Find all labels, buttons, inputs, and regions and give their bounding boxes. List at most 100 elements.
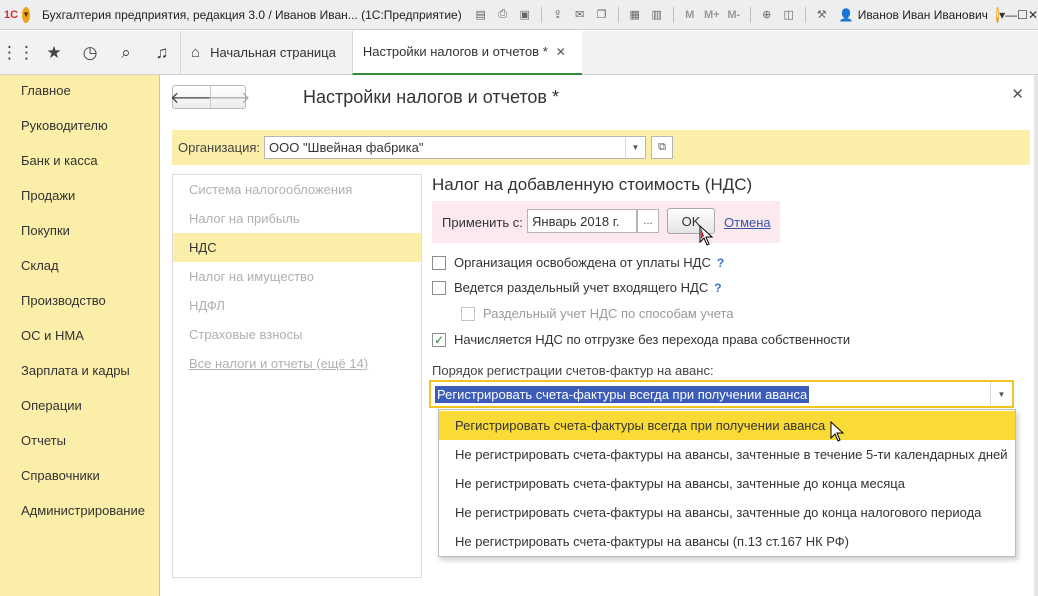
tools-icon[interactable]: ⚒ [813,6,831,24]
memory-plus-button[interactable]: M+ [703,6,721,24]
sidebar-item-assets[interactable]: ОС и НМА [21,328,84,343]
sidebar-item-reports[interactable]: Отчеты [21,433,66,448]
sidebar-item-production[interactable]: Производство [21,293,106,308]
tax-section-property[interactable]: Налог на имущество [173,262,421,291]
open-organization-icon[interactable]: ⧉ [651,136,673,159]
checkbox-box[interactable] [432,255,446,270]
mouse-cursor-icon [830,421,845,442]
calculator-icon[interactable]: ▦ [626,6,644,24]
organization-value: ООО "Швейная фабрика" [269,140,424,155]
checkbox-box[interactable] [432,280,446,295]
cancel-link[interactable]: Отмена [724,215,771,230]
checkbox-separate-accounting[interactable]: Ведется раздельный учет входящего НДС ? [432,280,722,295]
checkbox-label: Раздельный учет НДС по способам учета [483,306,734,321]
tax-section-all-link[interactable]: Все налоги и отчеты (ещё 14) [173,349,421,378]
title-toolbar: ▤ ⎙ ▣ ⇪ ✉ ❐ ▦ ▥ M M+ M- ⊕ ◫ ⚒ [472,6,831,24]
checkbox-vat-exempt[interactable]: Организация освобождена от уплаты НДС ? [432,255,724,270]
sidebar-item-admin[interactable]: Администрирование [21,503,145,518]
sidebar-item-operations[interactable]: Операции [21,398,82,413]
checkbox-box [461,306,475,321]
sidebar-item-payroll[interactable]: Зарплата и кадры [21,363,130,378]
sidebar-item-main[interactable]: Главное [21,83,71,98]
organization-label: Организация: [178,140,261,155]
upload-icon[interactable]: ⇪ [549,6,567,24]
apply-from-label: Применить с: [442,215,523,230]
title-bar: 1С ▼ Бухгалтерия предприятия, редакция 3… [0,0,1038,30]
tax-section-system[interactable]: Система налогообложения [173,175,421,204]
save-icon[interactable]: ▤ [472,6,490,24]
current-user[interactable]: 👤 Иванов Иван Иванович [839,8,988,22]
dropdown-option[interactable]: Не регистрировать счета-фактуры на аванс… [439,469,1015,498]
mouse-cursor-icon [699,225,714,246]
select-period-button[interactable]: ... [637,209,659,233]
close-tab-icon[interactable]: ✕ [556,45,566,59]
apply-from-field[interactable]: Январь 2018 г. [527,209,637,233]
sidebar-item-manager[interactable]: Руководителю [21,118,108,133]
user-name: Иванов Иван Иванович [857,7,988,22]
main-menu-button[interactable]: ▼ [22,6,30,23]
toolbar-divider [672,6,674,23]
sidebar-item-sales[interactable]: Продажи [21,188,75,203]
main-content: 🡐 🡒 Настройки налогов и отчетов * ✕ Орга… [161,75,1038,596]
invoice-order-select[interactable]: Регистрировать счета-фактуры всегда при … [429,380,1014,408]
back-button[interactable]: 🡐 [170,86,213,108]
sidebar-item-catalogs[interactable]: Справочники [21,468,100,483]
forward-button[interactable]: 🡒 [208,86,250,108]
favorites-star-icon[interactable]: ★ [36,31,72,75]
invoice-order-label: Порядок регистрации счетов-фактур на ава… [432,363,714,378]
notifications-bell-icon[interactable]: ♫ [144,31,180,75]
nav-bar: ⋮⋮ ★ ◷ ⌕ ♫ ⌂ Начальная страница Настройк… [0,30,1038,75]
apps-grid-icon[interactable]: ⋮⋮ [0,31,36,75]
chevron-down-icon[interactable]: ▼ [990,382,1012,406]
search-icon[interactable]: ⌕ [108,31,144,75]
calendar-icon[interactable]: ▥ [648,6,666,24]
checkbox-label: Организация освобождена от уплаты НДС [454,255,711,270]
panel-icon[interactable]: ◫ [780,6,798,24]
window-edge [1034,75,1038,596]
sidebar-item-bank[interactable]: Банк и касса [21,153,98,168]
tax-section-insurance[interactable]: Страховые взносы [173,320,421,349]
invoice-order-dropdown: Регистрировать счета-фактуры всегда при … [438,409,1016,557]
organization-bar: Организация: ООО "Швейная фабрика" ▼ ⧉ [172,130,1030,165]
tab-tax-settings[interactable]: Настройки налогов и отчетов * ✕ [351,30,582,75]
checkbox-label: Начисляется НДС по отгрузке без перехода… [454,332,851,347]
dropdown-option[interactable]: Не регистрировать счета-фактуры на аванс… [439,440,1015,469]
maximize-button[interactable]: ☐ [1017,5,1028,25]
memory-button[interactable]: M [681,6,699,24]
tab-home[interactable]: ⌂ Начальная страница [180,30,352,75]
sections-sidebar: Главное Руководителю Банк и касса Продаж… [0,75,160,596]
organization-field[interactable]: ООО "Швейная фабрика" ▼ [264,136,646,159]
preview-icon[interactable]: ▣ [516,6,534,24]
toolbar-divider [749,6,751,23]
user-icon: 👤 [838,7,854,22]
memory-minus-button[interactable]: M- [725,6,743,24]
copy-icon[interactable]: ❐ [593,6,611,24]
dropdown-option[interactable]: Регистрировать счета-фактуры всегда при … [439,411,1015,440]
help-icon[interactable]: ? [717,256,724,270]
window-title: Бухгалтерия предприятия, редакция 3.0 / … [41,7,462,22]
history-icon[interactable]: ◷ [72,31,108,75]
checkbox-separate-by-method: Раздельный учет НДС по способам учета [461,306,734,321]
chevron-down-icon[interactable]: ▼ [625,137,645,158]
tax-section-ndfl[interactable]: НДФЛ [173,291,421,320]
sidebar-item-purchases[interactable]: Покупки [21,223,70,238]
checkbox-box-checked[interactable]: ✓ [432,332,446,347]
mail-icon[interactable]: ✉ [571,6,589,24]
checkbox-vat-on-shipment[interactable]: ✓ Начисляется НДС по отгрузке без перехо… [432,332,850,347]
toolbar-divider [540,6,542,23]
toolbar-divider [617,6,619,23]
close-form-icon[interactable]: ✕ [1011,85,1024,103]
tax-section-profit[interactable]: Налог на прибыль [173,204,421,233]
zoom-icon[interactable]: ⊕ [758,6,776,24]
close-window-button[interactable]: ✕ [1028,5,1038,25]
checkbox-label: Ведется раздельный учет входящего НДС [454,280,709,295]
print-icon[interactable]: ⎙ [494,6,512,24]
dropdown-option[interactable]: Не регистрировать счета-фактуры на аванс… [439,498,1015,527]
tab-tax-settings-label: Настройки налогов и отчетов * [362,44,548,59]
dropdown-option[interactable]: Не регистрировать счета-фактуры на аванс… [439,527,1015,556]
help-icon[interactable]: ? [714,281,721,295]
minimize-button[interactable]: — [1005,5,1017,25]
history-nav: 🡐 🡒 [170,85,250,109]
tax-section-vat[interactable]: НДС [173,233,421,262]
sidebar-item-warehouse[interactable]: Склад [21,258,59,273]
